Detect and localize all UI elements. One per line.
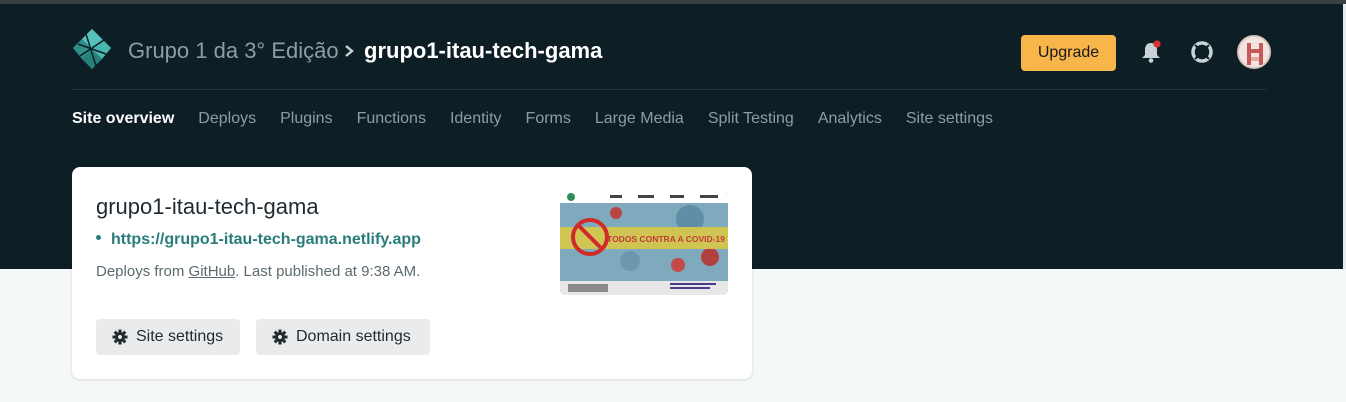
help-lifebuoy-icon[interactable]	[1190, 40, 1214, 64]
user-avatar[interactable]	[1237, 35, 1271, 69]
bell-icon[interactable]	[1140, 40, 1162, 64]
site-nav: Site overview Deploys Plugins Functions …	[72, 110, 993, 132]
tab-large-media[interactable]: Large Media	[595, 110, 684, 132]
avatar-pattern-icon	[1239, 37, 1269, 67]
deploy-prefix: Deploys from	[96, 263, 189, 280]
tab-forms[interactable]: Forms	[526, 110, 571, 132]
tab-site-settings[interactable]: Site settings	[906, 110, 993, 132]
upgrade-button[interactable]: Upgrade	[1021, 35, 1116, 71]
github-link[interactable]: GitHub	[189, 263, 236, 280]
site-preview-thumbnail[interactable]: TODOS CONTRA A COVID-19	[560, 191, 728, 295]
tab-site-overview[interactable]: Site overview	[72, 110, 174, 132]
deploy-info: Deploys from GitHub. Last published at 9…	[96, 263, 420, 280]
breadcrumb-team[interactable]: Grupo 1 da 3° Edição	[128, 38, 339, 64]
domain-settings-button[interactable]: Domain settings	[256, 319, 430, 355]
site-settings-label: Site settings	[136, 328, 224, 345]
chevron-right-icon	[345, 45, 354, 57]
netlify-logo-icon[interactable]	[72, 28, 112, 70]
brand-row: Grupo 1 da 3° Edição grupo1-itau-tech-ga…	[72, 28, 1271, 78]
tab-analytics[interactable]: Analytics	[818, 110, 882, 132]
site-preview-image: TODOS CONTRA A COVID-19	[560, 191, 728, 295]
bullet-dot	[96, 235, 101, 241]
domain-settings-label: Domain settings	[296, 328, 411, 345]
tab-split-testing[interactable]: Split Testing	[708, 110, 794, 132]
header-divider	[72, 89, 1266, 90]
site-settings-button[interactable]: Site settings	[96, 319, 240, 355]
site-title: grupo1-itau-tech-gama	[96, 194, 319, 219]
site-url-text: https://grupo1-itau-tech-gama.netlify.ap…	[111, 231, 421, 248]
tab-functions[interactable]: Functions	[357, 110, 426, 132]
gear-icon	[112, 329, 128, 345]
site-card: grupo1-itau-tech-gama https://grupo1-ita…	[72, 167, 752, 379]
tab-plugins[interactable]: Plugins	[280, 110, 332, 132]
tab-identity[interactable]: Identity	[450, 110, 502, 132]
deploy-suffix: . Last published at 9:38 AM.	[235, 263, 421, 280]
breadcrumb-site[interactable]: grupo1-itau-tech-gama	[364, 38, 602, 64]
thumbnail-banner-text: TODOS CONTRA A COVID-19	[607, 234, 725, 244]
site-url-link[interactable]: https://grupo1-itau-tech-gama.netlify.ap…	[96, 231, 421, 249]
gear-icon	[272, 329, 288, 345]
tab-deploys[interactable]: Deploys	[198, 110, 256, 132]
